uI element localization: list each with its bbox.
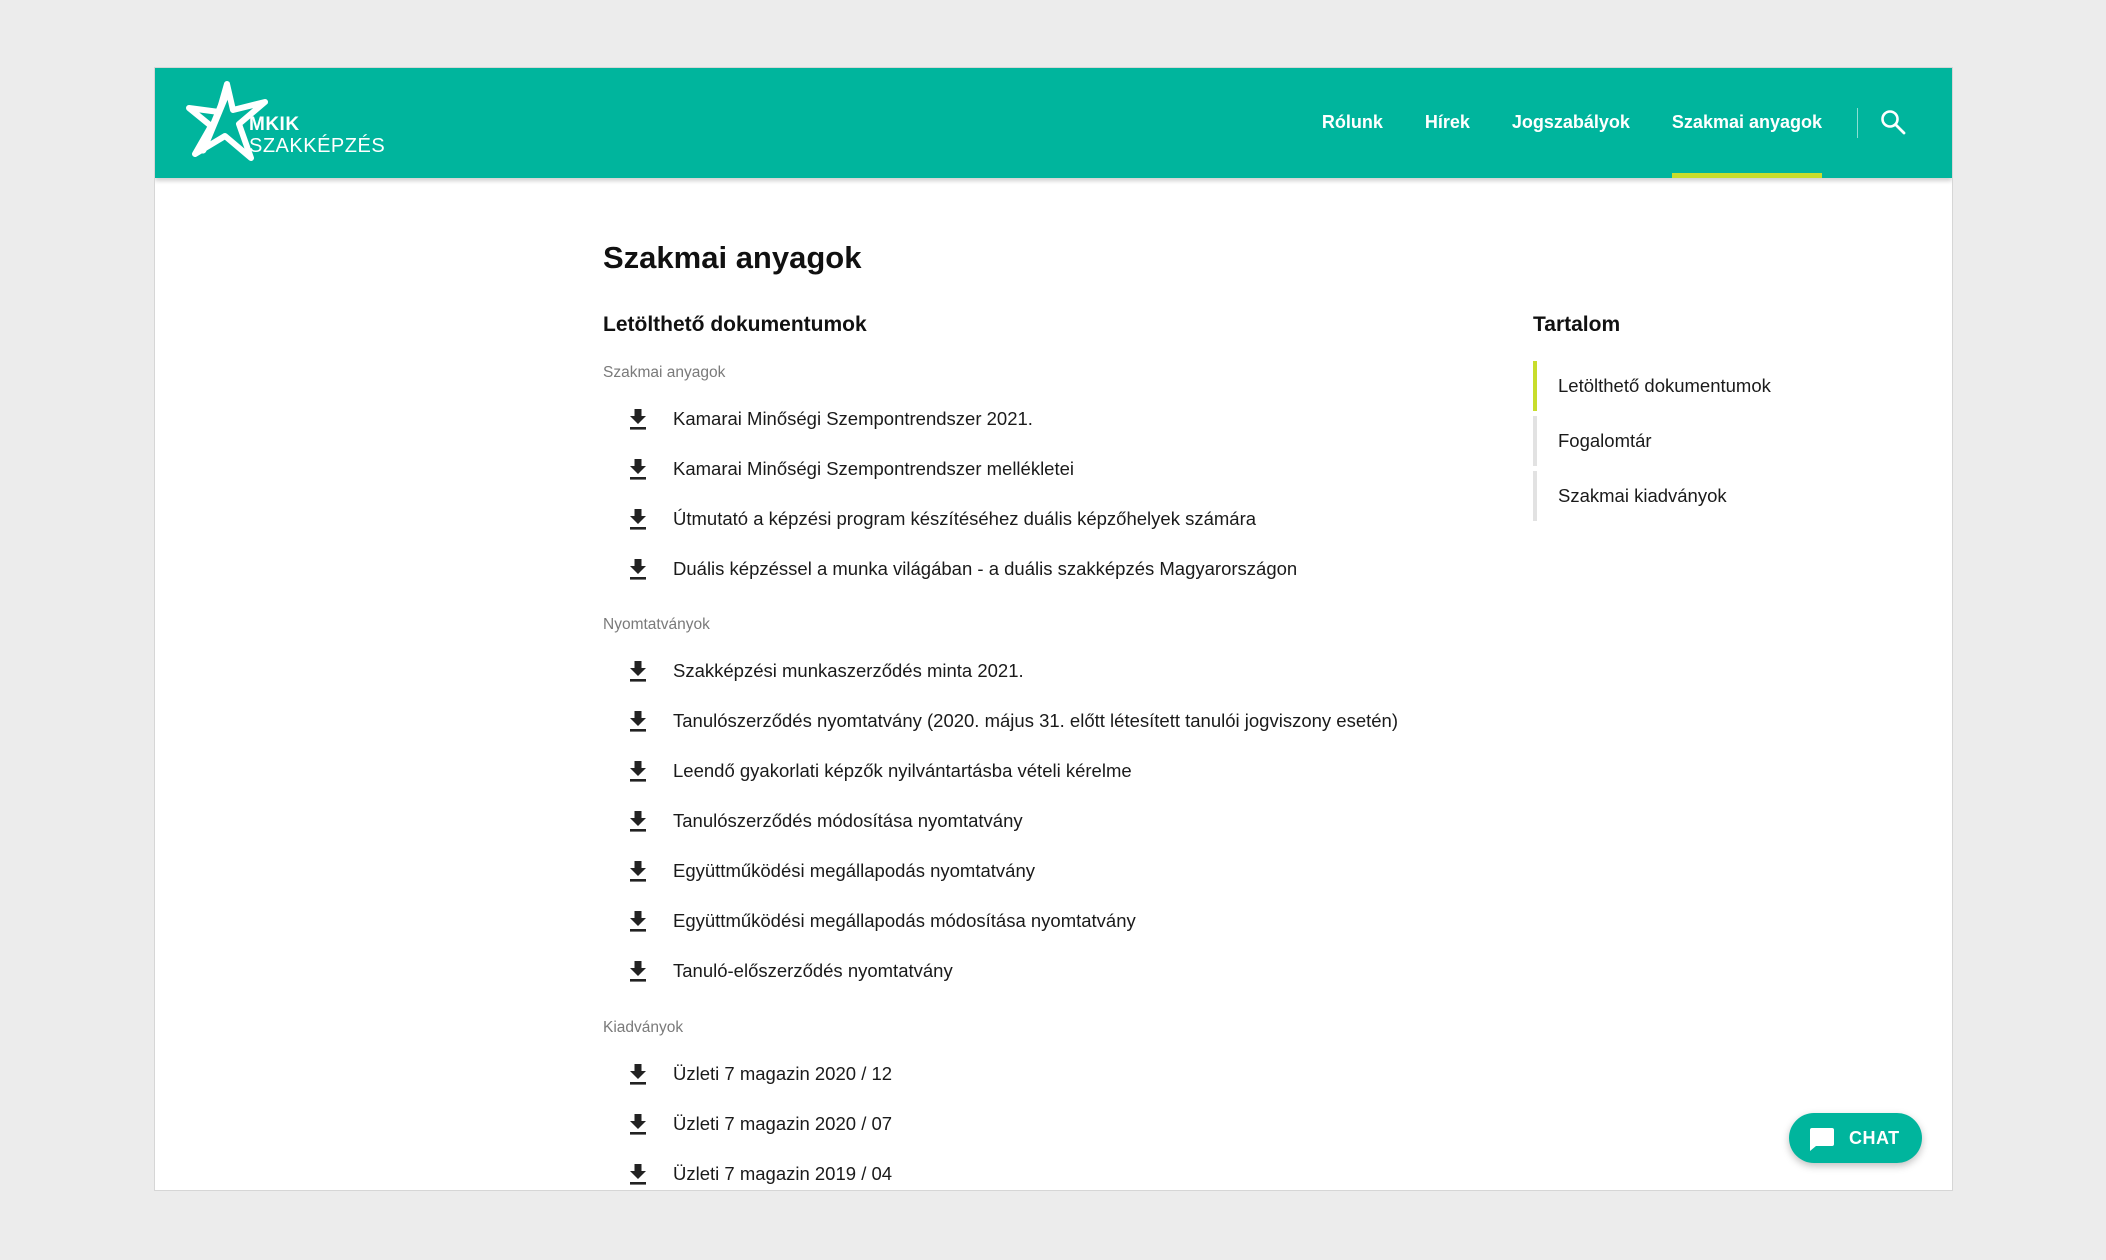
logo-text-bottom: SZAKKÉPZÉS [249,135,386,157]
download-item-label: Kamarai Minőségi Szempontrendszer mellék… [673,458,1075,479]
toc-item-label: Szakmai kiadványok [1558,485,1727,506]
browser-window: MKIK SZAKKÉPZÉS Rólunk Hírek Jogszabályo… [154,67,1953,1191]
download-icon [630,1114,646,1135]
download-item-label: Üzleti 7 magazin 2020 / 07 [673,1113,893,1134]
download-icon [630,661,646,682]
download-item[interactable]: Tanulószerződés módosítása nyomtatvány [603,805,1483,837]
download-item-label: Duális képzéssel a munka világában - a d… [673,558,1298,579]
download-item[interactable]: Duális képzéssel a munka világában - a d… [603,553,1483,585]
section-title: Letölthető dokumentumok [603,313,867,336]
download-item-label: Kamarai Minőségi Szempontrendszer 2021. [673,408,1033,429]
download-item[interactable]: Kamarai Minőségi Szempontrendszer mellék… [603,453,1483,485]
chat-button[interactable]: CHAT [1789,1113,1922,1163]
download-item[interactable]: Üzleti 7 magazin 2020 / 12 [603,1058,1483,1090]
download-item-label: Együttműködési megállapodás nyomtatvány [673,860,1035,881]
download-icon [630,509,646,530]
download-item-label: Együttműködési megállapodás módosítása n… [673,910,1136,931]
download-item-label: Útmutató a képzési program készítéséhez … [673,508,1257,529]
chat-bubble-icon [1810,1128,1834,1151]
download-icon [630,811,646,832]
download-icon [630,559,646,580]
download-item-label: Üzleti 7 magazin 2020 / 12 [673,1063,893,1084]
nav-item-hirek[interactable]: Hírek [1425,68,1470,178]
toc-item-fogalomtar[interactable]: Fogalomtár [1533,416,1833,466]
download-icon [630,861,646,882]
search-icon [1881,110,1906,135]
main-nav: Rólunk Hírek Jogszabályok Szakmai anyago… [1280,68,1823,178]
download-icon [630,459,646,480]
toc-item-label: Fogalomtár [1558,430,1652,451]
download-item[interactable]: Tanuló-előszerződés nyomtatvány [603,955,1483,987]
logo-text-top: MKIK [249,114,300,135]
download-icon [630,911,646,932]
download-icon [630,761,646,782]
chat-button-label: CHAT [1849,1128,1900,1148]
toc-item-szakmai-kiadvanyok[interactable]: Szakmai kiadványok [1533,471,1833,521]
nav-item-szakmai-anyagok[interactable]: Szakmai anyagok [1671,68,1823,178]
search-button[interactable] [1878,107,1908,137]
download-item-label: Leendő gyakorlati képzők nyilvántartásba… [673,760,1132,781]
download-icon [630,1064,646,1085]
download-item[interactable]: Együttműködési megállapodás módosítása n… [603,905,1483,937]
toc-item-label: Letölthető dokumentumok [1558,375,1771,396]
download-item-label: Tanulószerződés nyomtatvány (2020. május… [673,710,1398,731]
toc-title: Tartalom [1533,313,1621,336]
download-icon [630,409,646,430]
page-title: Szakmai anyagok [603,240,862,275]
download-item[interactable]: Üzleti 7 magazin 2019 / 04 [603,1158,1483,1190]
download-icon [630,961,646,982]
download-item[interactable]: Kamarai Minőségi Szempontrendszer 2021. [603,403,1483,435]
download-item[interactable]: Tanulószerződés nyomtatvány (2020. május… [603,705,1483,737]
download-item[interactable]: Együttműködési megállapodás nyomtatvány [603,855,1483,887]
download-icon [630,711,646,732]
download-item[interactable]: Szakképzési munkaszerződés minta 2021. [603,655,1483,687]
download-icon [630,1164,646,1185]
download-item-label: Üzleti 7 magazin 2019 / 04 [673,1163,893,1184]
nav-divider [1857,108,1858,138]
download-item-label: Tanuló-előszerződés nyomtatvány [673,960,953,981]
toc-item-letoltheto-dokumentumok[interactable]: Letölthető dokumentumok [1533,361,1833,411]
download-item[interactable]: Útmutató a képzési program készítéséhez … [603,503,1483,535]
download-item-label: Tanulószerződés módosítása nyomtatvány [673,810,1023,831]
site-logo[interactable]: MKIK SZAKKÉPZÉS [183,80,403,170]
download-item-label: Szakképzési munkaszerződés minta 2021. [673,660,1024,681]
download-item[interactable]: Üzleti 7 magazin 2020 / 07 [603,1108,1483,1140]
group-label: Kiadványok [603,1019,684,1036]
nav-item-jogszabalyok[interactable]: Jogszabályok [1512,68,1630,178]
group-label: Szakmai anyagok [603,364,726,381]
site-header: MKIK SZAKKÉPZÉS Rólunk Hírek Jogszabályo… [155,68,1952,178]
nav-item-rolunk[interactable]: Rólunk [1322,68,1383,178]
download-item[interactable]: Leendő gyakorlati képzők nyilvántartásba… [603,755,1483,787]
group-label: Nyomtatványok [603,616,710,633]
